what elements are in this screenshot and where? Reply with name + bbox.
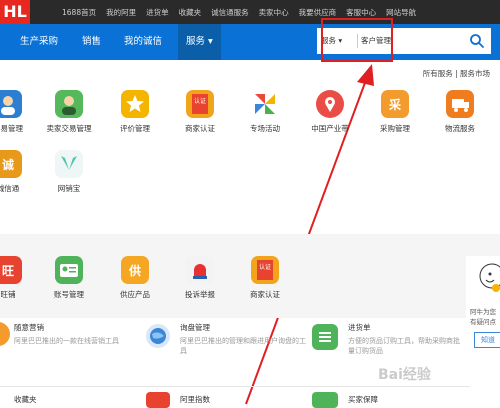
service-account-manage[interactable]: 账号管理 [39, 256, 99, 300]
wing-icon [55, 150, 83, 178]
service-supply-product[interactable]: 供 供应产品 [105, 256, 165, 300]
service-seller-trade[interactable]: 卖家交易管理 [39, 90, 99, 134]
certification-icon: 认证 [186, 90, 214, 118]
service-label: 采购管理 [380, 124, 410, 133]
avatar-icon [55, 90, 83, 118]
globe-icon [146, 324, 170, 348]
svg-text:诚: 诚 [2, 157, 14, 172]
pinwheel-icon [251, 90, 279, 118]
service-label: 专场活动 [250, 124, 280, 133]
service-special-event[interactable]: 专场活动 [235, 90, 295, 134]
supply-icon: 供 [121, 256, 149, 284]
all-services-links[interactable]: 所有服务 | 服务市场 [423, 68, 490, 79]
watermark: Bai经验 [378, 367, 431, 383]
svg-text:旺: 旺 [2, 264, 14, 278]
mascot-icon [479, 263, 500, 292]
bottom-item-ali-index[interactable]: 阿里指数 [180, 394, 210, 405]
svg-text:采: 采 [388, 97, 401, 112]
certification-icon: 认证 [251, 256, 279, 284]
list-icon [312, 324, 338, 350]
service-complaint[interactable]: 投诉举报 [170, 256, 230, 300]
service-merchant-cert[interactable]: 认证 商家认证 [170, 90, 230, 134]
help-know-button[interactable]: 知道 [474, 332, 500, 348]
service-label: 商家认证 [185, 124, 215, 133]
help-text: 有疑问点 [470, 318, 496, 326]
service-label: 交易管理 [0, 124, 23, 133]
purchase-icon: 采 [381, 90, 409, 118]
svg-text:认证: 认证 [194, 97, 206, 105]
bottom-item-desc: 方便的货品订购工具，帮助采购商批量订购货品 [348, 337, 460, 355]
service-trade-manage[interactable]: 交易管理 [0, 90, 38, 134]
shop-icon: 旺 [0, 256, 22, 284]
bottom-item-title: 随意营销 [14, 323, 44, 332]
id-card-icon [55, 256, 83, 284]
location-icon [316, 90, 344, 118]
shield-icon [312, 392, 338, 408]
bottom-item-buyer-protect[interactable]: 买家保障 [348, 394, 378, 405]
help-side-panel: 阿牛为您 有疑问点 知道 [466, 256, 500, 366]
service-merchant-cert-2[interactable]: 认证 商家认证 [235, 256, 295, 300]
divider [0, 386, 470, 387]
index-icon [146, 392, 170, 408]
bottom-item-desc: 阿里巴巴推出的管理和跟进用户询盘的工具 [180, 337, 306, 355]
service-label: 评价管理 [120, 124, 150, 133]
service-logistics[interactable]: 物流服务 [430, 90, 490, 134]
alarm-icon [186, 256, 214, 284]
chengxin-icon: 诚 [0, 150, 22, 178]
service-wangxiaobao[interactable]: 网销宝 [39, 150, 99, 194]
service-label: 物流服务 [445, 124, 475, 133]
service-label: 供应产品 [120, 290, 150, 299]
service-label: 账号管理 [54, 290, 84, 299]
service-label: 投诉举报 [185, 290, 215, 299]
bottom-item-title: 进货单 [348, 323, 371, 332]
bottom-item-favorites[interactable]: 收藏夹 [14, 394, 37, 405]
service-wangpu[interactable]: 旺 旺铺 [0, 256, 38, 300]
service-industry-belt[interactable]: 中国产业带 [300, 90, 360, 134]
service-label: 商家认证 [250, 290, 280, 299]
service-purchase-manage[interactable]: 采 采购管理 [365, 90, 425, 134]
bottom-item-title: 询盘管理 [180, 323, 210, 332]
svg-text:认证: 认证 [259, 263, 271, 271]
avatar-icon [0, 90, 22, 118]
service-label: 中国产业带 [311, 124, 349, 133]
help-text: 阿牛为您 [470, 308, 496, 316]
truck-icon [446, 90, 474, 118]
service-review-manage[interactable]: 评价管理 [105, 90, 165, 134]
service-chengxintong[interactable]: 诚 诚信通 [0, 150, 38, 194]
bottom-item-desc: 阿里巴巴推出的一款在线营销工具 [14, 337, 119, 345]
service-label: 诚信通 [0, 184, 20, 193]
service-label: 网销宝 [57, 184, 81, 193]
service-label: 卖家交易管理 [46, 124, 92, 133]
star-icon [121, 90, 149, 118]
service-label: 旺铺 [0, 290, 16, 299]
svg-text:供: 供 [128, 263, 141, 278]
